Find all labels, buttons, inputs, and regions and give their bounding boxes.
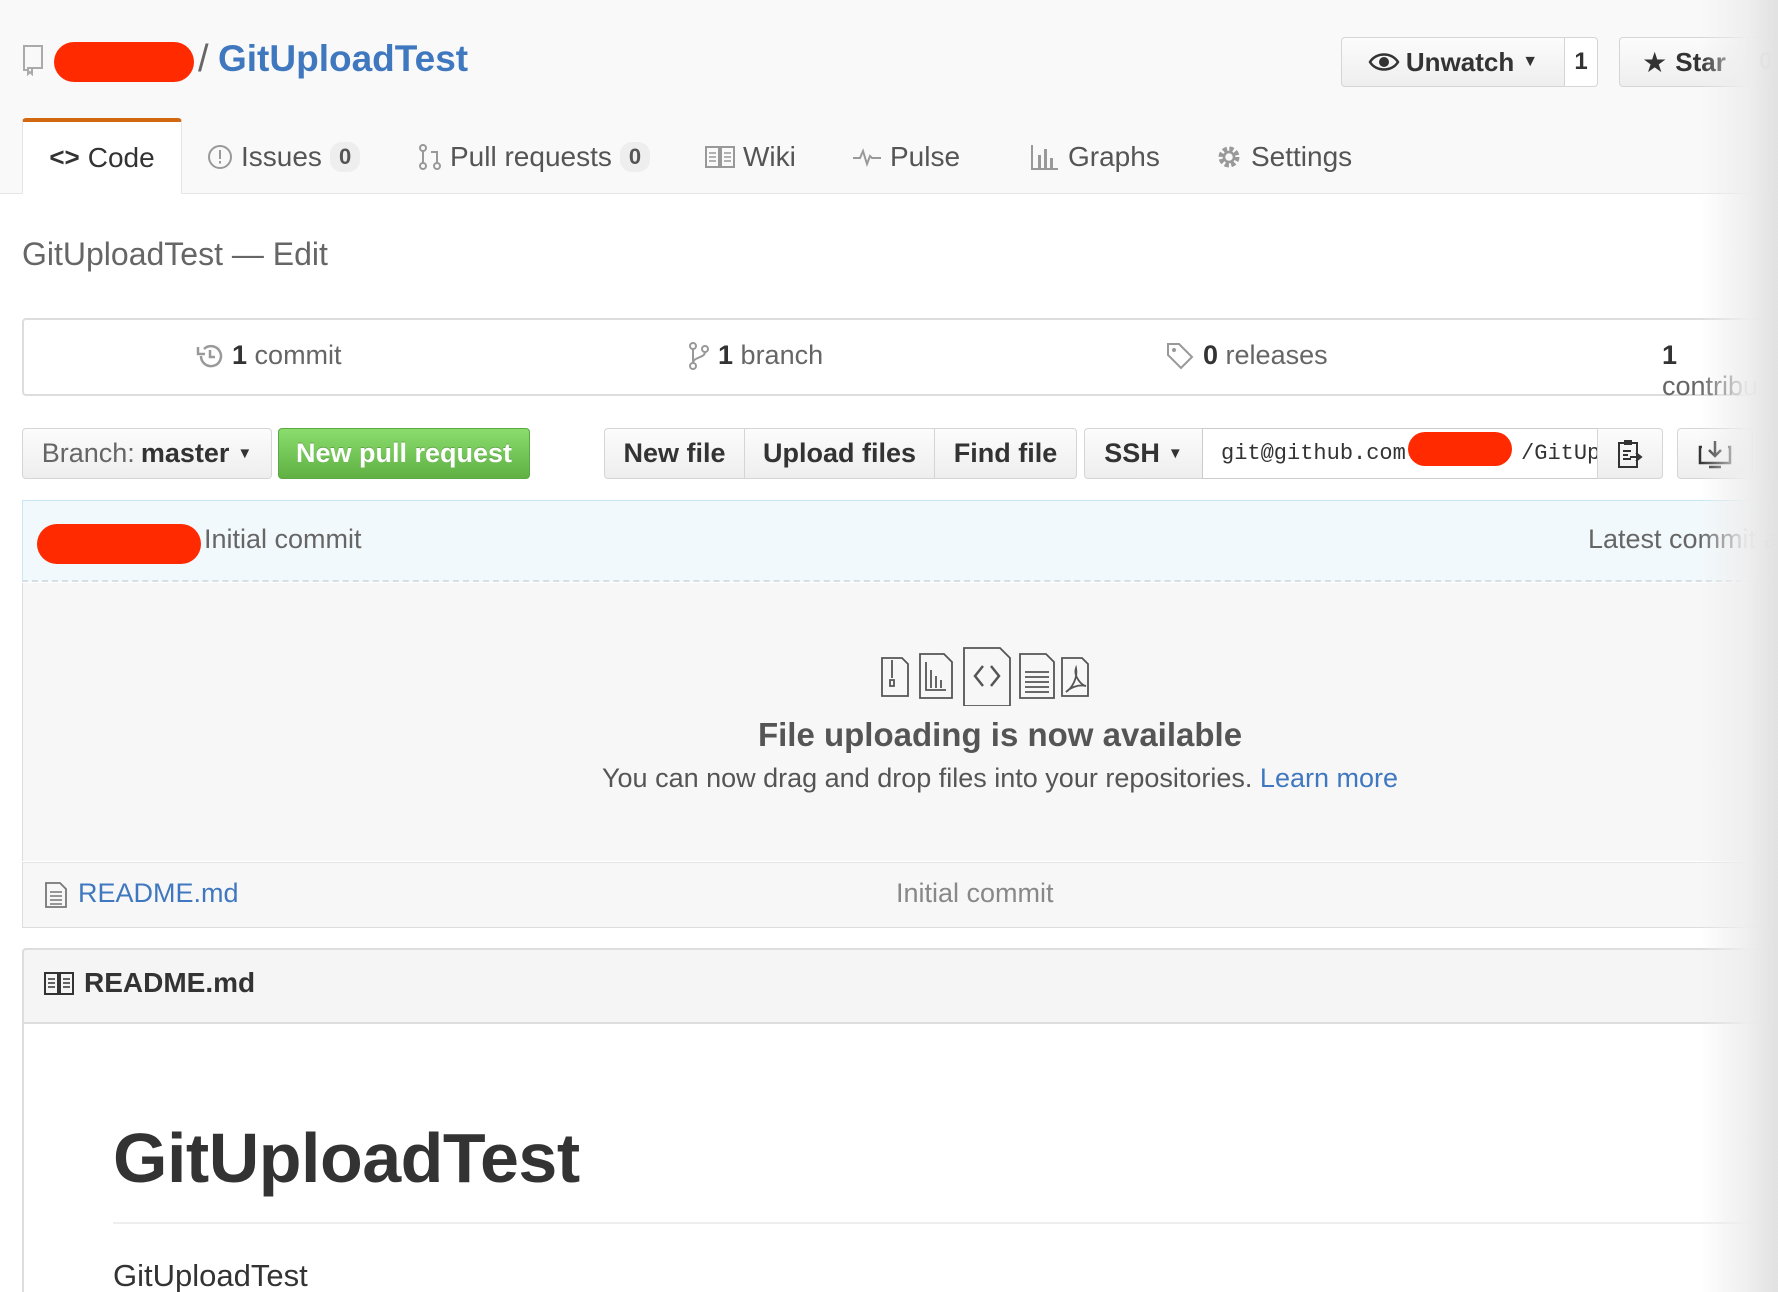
issue-icon (208, 144, 232, 169)
releases-label: releases (1225, 340, 1328, 370)
star-icon: ★ (1642, 46, 1668, 78)
file-text-icon (1019, 653, 1055, 699)
desktop-download-icon (1698, 440, 1732, 468)
branch-prefix: Branch: (41, 438, 135, 468)
contributors-label: contribu (1662, 371, 1759, 401)
tag-icon (1167, 342, 1194, 369)
pulse-icon (853, 147, 881, 167)
find-file-button[interactable]: Find file (934, 428, 1077, 479)
author-avatar-redaction (37, 524, 201, 564)
file-commit-message[interactable]: Initial commit (896, 878, 1054, 909)
star-button[interactable]: ★ Star (1619, 37, 1749, 87)
file-pdf-icon (1061, 657, 1089, 697)
file-text-icon (45, 882, 67, 908)
file-zip-icon (881, 657, 909, 697)
branches-summary[interactable]: 1 branch (688, 340, 823, 371)
tab-settings[interactable]: Settings (1215, 120, 1352, 193)
upload-banner-description: You can now drag and drop files into you… (0, 763, 1778, 794)
upload-banner-text: You can now drag and drop files into you… (602, 763, 1253, 793)
tab-issues[interactable]: Issues 0 (207, 120, 361, 193)
file-types-illustration (881, 647, 1089, 706)
clipboard-icon (1618, 439, 1643, 468)
readme-heading: GitUploadTest (113, 1119, 580, 1197)
branches-label: branch (740, 340, 824, 370)
readme-header (22, 948, 1778, 1024)
file-actions-group: New file Upload files Find file (604, 428, 1077, 479)
repo-path-separator: / (198, 38, 209, 80)
tab-graphs-label: Graphs (1068, 140, 1160, 172)
new-pull-request-button[interactable]: New pull request (278, 428, 530, 479)
issues-count: 0 (329, 141, 361, 172)
branches-count: 1 (718, 340, 734, 370)
file-chart-icon (919, 653, 953, 699)
download-zip-button[interactable] (1677, 428, 1753, 479)
pull-requests-count: 0 (619, 141, 651, 172)
releases-summary[interactable]: 0 releases (1165, 340, 1328, 371)
branch-icon (689, 341, 709, 370)
contributors-count: 1 (1662, 340, 1678, 370)
copy-to-clipboard-button[interactable] (1597, 428, 1663, 479)
eye-icon (1368, 53, 1400, 71)
caret-down-icon: ▼ (1522, 53, 1539, 70)
readme-heading-divider (113, 1222, 1778, 1224)
clone-url-start: git@github.com: (1221, 441, 1420, 466)
file-code-icon (963, 647, 1011, 706)
repository-description: GitUploadTest — Edit (22, 236, 328, 272)
history-icon (196, 344, 223, 367)
tab-issues-label: Issues (241, 140, 322, 172)
protocol-label: SSH (1104, 438, 1160, 468)
clone-url-input[interactable]: git@github.com: /GitUp (1202, 428, 1598, 479)
tab-code-label: Code (87, 141, 155, 173)
tab-pulse-label: Pulse (890, 140, 961, 172)
tab-pull-requests-label: Pull requests (450, 140, 612, 172)
tab-wiki[interactable]: Wiki (705, 120, 796, 193)
contributors-summary[interactable]: 1 contribu (1662, 340, 1778, 402)
new-file-button[interactable]: New file (604, 428, 745, 479)
readme-paragraph: GitUploadTest (113, 1258, 308, 1292)
caret-down-icon: ▼ (237, 445, 253, 462)
gear-icon (1218, 146, 1240, 167)
unwatch-label: Unwatch (1405, 46, 1515, 77)
commits-label: commit (254, 340, 342, 370)
commits-count: 1 (232, 340, 248, 370)
owner-name-redaction (54, 42, 194, 82)
watchers-count[interactable]: 1 (1564, 37, 1598, 87)
clone-url-end: /GitUp (1521, 441, 1598, 466)
branch-name: master (140, 438, 230, 468)
graph-icon (1031, 144, 1058, 170)
star-label: Star (1675, 46, 1726, 77)
commits-summary[interactable]: 1 commit (196, 340, 342, 371)
repo-icon (23, 45, 43, 76)
book-icon (705, 145, 735, 168)
book-icon (44, 972, 74, 995)
tab-pulse[interactable]: Pulse (852, 120, 960, 193)
upload-files-button[interactable]: Upload files (744, 428, 935, 479)
tab-pull-requests[interactable]: Pull requests 0 (418, 120, 651, 193)
commit-message-link[interactable]: Initial commit (204, 524, 362, 555)
branch-select-menu[interactable]: Branch: master ▼ (22, 428, 272, 479)
latest-commit-info[interactable]: Latest commit ae (1588, 524, 1778, 555)
upload-banner-title: File uploading is now available (757, 716, 1243, 753)
readme-title: README.md (84, 967, 256, 998)
repo-name-link[interactable]: GitUploadTest (218, 38, 468, 80)
tab-wiki-label: Wiki (743, 140, 796, 172)
tab-code[interactable]: <> Code (22, 118, 182, 194)
clone-protocol-select[interactable]: SSH ▼ (1084, 428, 1203, 479)
tab-settings-label: Settings (1251, 140, 1353, 172)
caret-down-icon: ▼ (1167, 445, 1183, 462)
unwatch-button[interactable]: Unwatch ▼ (1341, 37, 1565, 87)
clone-url-redaction (1408, 432, 1512, 466)
more-actions-button[interactable] (1767, 428, 1778, 479)
pull-request-icon (419, 143, 441, 170)
file-link[interactable]: README.md (78, 878, 239, 909)
tab-graphs[interactable]: Graphs (1030, 120, 1160, 193)
stargazers-count[interactable]: 0 (1748, 37, 1778, 87)
code-icon: <> (49, 142, 80, 172)
releases-count: 0 (1203, 340, 1219, 370)
learn-more-link[interactable]: Learn more (1260, 763, 1398, 793)
